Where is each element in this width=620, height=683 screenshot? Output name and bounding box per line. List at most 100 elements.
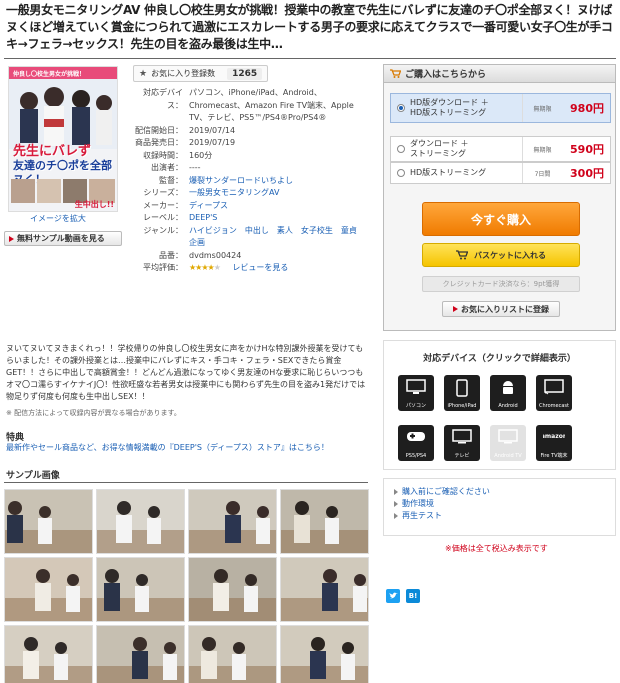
device-label: PS5/PS4	[405, 453, 427, 459]
sample-thumbnail[interactable]	[4, 489, 93, 554]
sample-thumbnails	[4, 489, 370, 683]
monitor-icon	[406, 379, 426, 397]
spec-row: レーベル： DEEP'S	[128, 212, 368, 225]
device-label: テレビ	[454, 453, 470, 459]
store-link[interactable]: 最新作やセール商品など、お得な情報満載の『DEEP'S（ディープス）ストア』はこ…	[6, 442, 329, 453]
help-link[interactable]: 動作環境	[394, 498, 605, 510]
review-link[interactable]: レビューを見る	[232, 263, 288, 272]
enlarge-image-link[interactable]: イメージを拡大	[30, 213, 86, 224]
option-price: 980円	[570, 102, 604, 115]
sample-video-button[interactable]: 無料サンプル動画を見る	[4, 231, 122, 246]
device-label: Chromecast	[539, 403, 569, 409]
device-android[interactable]: Android	[490, 375, 526, 411]
spec-label: 商品発売日：	[135, 138, 183, 147]
spec-value[interactable]: 一般男女モニタリングAV	[189, 187, 368, 200]
spec-label: レーベル：	[143, 213, 183, 222]
spec-table: 対応デバイス： パソコン、iPhone/iPad、Android、Chromeca…	[128, 87, 368, 275]
purchase-panel: ご購入はこちらから HD版ダウンロード ＋ HD版ストリーミング 無期限 980円ダウ…	[383, 64, 616, 331]
hatena-bookmark-button[interactable]: B!	[406, 589, 420, 603]
thumbnail-scene	[189, 501, 276, 553]
spec-value: 2019/07/14	[189, 125, 236, 135]
device-gamepad[interactable]: PS5/PS4	[398, 425, 434, 461]
spec-row: 出演者： ----	[128, 162, 368, 175]
sample-thumbnail[interactable]	[96, 625, 185, 683]
help-link[interactable]: 購入前にご確認ください	[394, 486, 605, 498]
spec-row: 対応デバイス： パソコン、iPhone/iPad、Android、Chromeca…	[128, 87, 368, 125]
add-basket-button[interactable]: バスケットに入れる	[422, 243, 580, 267]
cart-icon	[390, 69, 401, 78]
option-radio[interactable]	[397, 169, 405, 177]
basket-icon	[456, 250, 468, 260]
purchase-heading: ご購入はこちらから	[405, 70, 487, 80]
card-points-button[interactable]: クレジットカード決済なら：9pt獲得	[422, 276, 580, 292]
arrow-icon	[394, 489, 398, 495]
device-label: Fire TV端末	[540, 453, 568, 459]
help-link-label: 再生テスト	[402, 511, 442, 520]
spec-value: 2019/07/19	[189, 138, 236, 147]
purchase-option[interactable]: HD版ダウンロード ＋ HD版ストリーミング 無期限 980円	[390, 93, 611, 123]
thumbnail-scene	[281, 637, 368, 683]
sample-thumbnail[interactable]	[4, 557, 93, 622]
sample-thumbnail[interactable]	[4, 625, 93, 683]
device-monitor[interactable]: パソコン	[398, 375, 434, 411]
add-favorite-label: お気に入りリストに登録	[461, 304, 549, 314]
help-link[interactable]: 再生テスト	[394, 510, 605, 522]
device-tv[interactable]: Android TV	[490, 425, 526, 461]
cover-tag-bottom: 生中出し!!	[74, 200, 114, 209]
sample-thumbnail[interactable]	[188, 557, 277, 622]
sample-thumbnail[interactable]	[188, 625, 277, 683]
help-link-label: 動作環境	[402, 499, 434, 508]
option-label-line1: HD版ダウンロード ＋	[410, 98, 489, 107]
device-amazon[interactable]: amazon Fire TV端末	[536, 425, 572, 461]
sample-thumbnail[interactable]	[96, 489, 185, 554]
device-label: Android TV	[494, 453, 522, 459]
thumbnail-scene	[189, 569, 276, 621]
devices-heading: 対応デバイス（クリックで詳細表示）	[423, 354, 576, 364]
device-cast[interactable]: Chromecast	[536, 375, 572, 411]
cast-icon	[544, 379, 564, 397]
buy-now-button[interactable]: 今すぐ購入	[422, 202, 580, 236]
sample-thumbnail[interactable]	[280, 489, 369, 554]
spec-label: 出演者：	[151, 163, 183, 172]
rating-star-icon: ★	[213, 263, 221, 272]
android-icon	[500, 379, 516, 397]
option-radio[interactable]	[397, 145, 405, 153]
sample-thumbnail[interactable]	[188, 489, 277, 554]
spec-value: ----	[189, 163, 201, 172]
spec-label: 収録時間：	[143, 150, 183, 160]
tv-icon	[498, 429, 518, 447]
favorites-count-box: ★ お気に入り登録数 1265	[133, 65, 269, 82]
spec-value[interactable]: DEEP'S	[189, 212, 368, 225]
help-links: 購入前にご確認ください 動作環境再生テスト	[383, 478, 616, 536]
help-link-label: 購入前にご確認ください	[402, 487, 490, 496]
option-radio[interactable]	[397, 104, 405, 112]
spec-label: 監督：	[159, 175, 183, 185]
spec-label: 対応デバイス：	[143, 88, 183, 110]
purchase-option[interactable]: ダウンロード ＋ストリーミング 無期限 590円	[390, 136, 611, 162]
delivery-note: ※ 配信方法によって収録内容が異なる場合があります。	[6, 409, 181, 417]
device-label: Android	[498, 403, 518, 409]
device-phone[interactable]: iPhone/iPad	[444, 375, 480, 411]
spec-value[interactable]: ディープス	[189, 200, 368, 213]
sample-thumbnail[interactable]	[280, 625, 369, 683]
spec-value[interactable]: 爆裂サンダーロードいちよし	[189, 175, 368, 188]
thumbnail-scene	[97, 637, 184, 683]
purchase-option[interactable]: HD版ストリーミング 7日間 300円	[390, 162, 611, 184]
spec-value[interactable]: ハイビジョン 中出し 素人 女子校生 童貞 企画	[189, 225, 368, 250]
thumbnail-scene	[5, 637, 92, 683]
cover-image[interactable]: 仲良し〇校生男女が挑戦！ 先生にバレず 友達のチ〇ポを全部ヌく！ 生中出し!!	[8, 66, 118, 212]
spec-row: 商品発売日： 2019/07/19	[128, 137, 368, 150]
sample-thumbnail[interactable]	[280, 557, 369, 622]
sample-thumbnail[interactable]	[96, 557, 185, 622]
twitter-share-button[interactable]	[386, 589, 400, 603]
device-tv[interactable]: テレビ	[444, 425, 480, 461]
tax-note: ※価格は全て税込み表示です	[445, 544, 548, 553]
thumbnail-scene	[97, 569, 184, 621]
option-label-line1: HD版ストリーミング	[410, 168, 487, 177]
spec-value: 160分	[189, 150, 213, 160]
add-favorite-button[interactable]: お気に入りリストに登録	[442, 301, 560, 317]
rating-label: 平均評価：	[143, 263, 183, 272]
option-label: HD版ストリーミング	[410, 168, 522, 178]
spec-row: 収録時間： 160分	[128, 150, 368, 163]
spec-row: 品番： dvdms00424	[128, 250, 368, 263]
